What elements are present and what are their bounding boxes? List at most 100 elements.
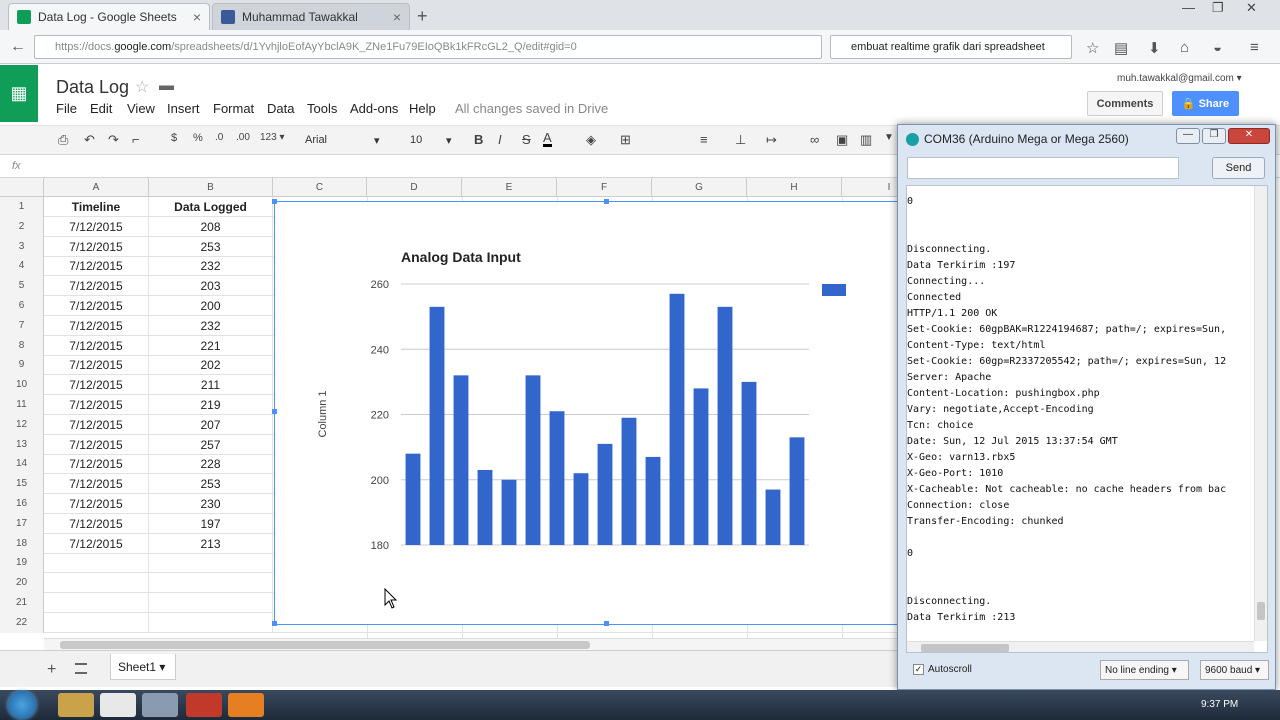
- close-icon[interactable]: ×: [393, 9, 401, 25]
- column-header-i[interactable]: I: [842, 178, 900, 197]
- menu-data[interactable]: Data: [267, 101, 294, 116]
- row-header[interactable]: 6: [0, 296, 44, 316]
- column-header-a[interactable]: A: [44, 178, 149, 197]
- row-header[interactable]: 12: [0, 414, 44, 435]
- folder-icon[interactable]: ▬: [159, 77, 174, 94]
- row-header[interactable]: 8: [0, 335, 44, 356]
- home-icon[interactable]: ⌂: [1180, 39, 1189, 56]
- search-bar[interactable]: embuat realtime grafik dari spreadsheet: [830, 35, 1072, 59]
- new-tab-button[interactable]: +: [417, 6, 428, 27]
- row-header[interactable]: 10: [0, 375, 44, 396]
- column-header-f[interactable]: F: [557, 178, 652, 197]
- cell-a[interactable]: 7/12/2015: [44, 474, 149, 495]
- cell-a[interactable]: 7/12/2015: [44, 414, 149, 435]
- column-header-b[interactable]: B: [149, 178, 273, 197]
- cell-a[interactable]: 7/12/2015: [44, 256, 149, 277]
- scrollbar-thumb[interactable]: [1257, 602, 1265, 620]
- line-ending-select[interactable]: No line ending ▾: [1100, 660, 1189, 680]
- row-header[interactable]: 5: [0, 276, 44, 297]
- firefox-taskbar-icon[interactable]: [228, 693, 264, 717]
- currency-button[interactable]: $: [171, 132, 177, 144]
- cell-b[interactable]: 232: [149, 256, 273, 277]
- align-icon[interactable]: ≡: [700, 132, 708, 147]
- menu-icon[interactable]: ≡: [1250, 39, 1259, 56]
- cell-b[interactable]: 228: [149, 454, 273, 475]
- serial-close-button[interactable]: ✕: [1228, 128, 1270, 144]
- cell-a[interactable]: [44, 612, 149, 633]
- text-color-button[interactable]: A: [543, 131, 552, 147]
- resize-handle[interactable]: [272, 199, 277, 204]
- send-button[interactable]: Send: [1212, 157, 1265, 179]
- increase-decimal-button[interactable]: .00: [236, 132, 250, 143]
- cell-a[interactable]: 7/12/2015: [44, 533, 149, 554]
- menu-edit[interactable]: Edit: [90, 101, 112, 116]
- bookmarks-list-icon[interactable]: ▤: [1114, 39, 1128, 57]
- cell-a[interactable]: [44, 593, 149, 613]
- cell-a[interactable]: [44, 573, 149, 594]
- row-header[interactable]: 21: [0, 593, 44, 613]
- cell-a[interactable]: 7/12/2015: [44, 355, 149, 376]
- borders-icon[interactable]: ⊞: [620, 132, 631, 148]
- cell-a[interactable]: 7/12/2015: [44, 335, 149, 356]
- cell-b[interactable]: 219: [149, 395, 273, 415]
- chart-icon[interactable]: ▥: [860, 132, 872, 148]
- sheets-logo-icon[interactable]: ▦: [0, 65, 38, 122]
- cell-a[interactable]: 7/12/2015: [44, 494, 149, 514]
- redo-icon[interactable]: ↷: [108, 132, 119, 148]
- cell-b[interactable]: 211: [149, 375, 273, 396]
- menu-file[interactable]: File: [56, 101, 77, 116]
- cell-b[interactable]: 202: [149, 355, 273, 376]
- cell-a[interactable]: 7/12/2015: [44, 315, 149, 336]
- row-header[interactable]: 1: [0, 197, 44, 217]
- comments-button[interactable]: Comments: [1087, 91, 1163, 116]
- maximize-button[interactable]: ❐: [1202, 128, 1226, 144]
- cell-b[interactable]: [149, 612, 273, 633]
- cell-b[interactable]: 203: [149, 276, 273, 297]
- cell-b[interactable]: [149, 573, 273, 594]
- horizontal-scrollbar[interactable]: [44, 638, 900, 650]
- row-header[interactable]: 17: [0, 513, 44, 534]
- cell-b[interactable]: 213: [149, 533, 273, 554]
- row-header[interactable]: 2: [0, 216, 44, 237]
- column-header-e[interactable]: E: [462, 178, 557, 197]
- cell-a[interactable]: 7/12/2015: [44, 513, 149, 534]
- row-header[interactable]: 20: [0, 573, 44, 594]
- paint-format-icon[interactable]: ⌐: [132, 132, 140, 147]
- recorder-taskbar-icon[interactable]: [186, 693, 222, 717]
- font-family-select[interactable]: Arial: [305, 131, 327, 151]
- resize-handle[interactable]: [272, 621, 277, 626]
- scrollbar-thumb[interactable]: [921, 644, 1009, 652]
- cell-a[interactable]: 7/12/2015: [44, 216, 149, 237]
- percent-button[interactable]: %: [193, 132, 203, 144]
- resize-handle[interactable]: [272, 409, 277, 414]
- minimize-button[interactable]: —: [1182, 0, 1195, 15]
- menu-format[interactable]: Format: [213, 101, 254, 116]
- row-header[interactable]: 14: [0, 454, 44, 475]
- download-icon[interactable]: ⬇: [1148, 39, 1161, 57]
- row-header[interactable]: 13: [0, 434, 44, 455]
- cell-b[interactable]: 197: [149, 513, 273, 534]
- sheet-tab-sheet1[interactable]: Sheet1 ▾: [110, 654, 176, 680]
- row-header[interactable]: 22: [0, 612, 44, 633]
- address-bar[interactable]: https://docs.google.com/spreadsheets/d/1…: [34, 35, 822, 59]
- cell-a[interactable]: Timeline: [44, 197, 149, 217]
- italic-button[interactable]: I: [498, 132, 502, 147]
- column-header-d[interactable]: D: [367, 178, 462, 197]
- strikethrough-button[interactable]: S: [522, 132, 531, 147]
- bold-button[interactable]: B: [474, 132, 483, 147]
- cell-a[interactable]: [44, 553, 149, 574]
- row-header[interactable]: 4: [0, 256, 44, 277]
- undo-icon[interactable]: ↶: [84, 132, 95, 148]
- cell-b[interactable]: 207: [149, 414, 273, 435]
- star-icon[interactable]: ☆: [135, 77, 149, 97]
- cell-b[interactable]: 230: [149, 494, 273, 514]
- restore-button[interactable]: ❐: [1212, 0, 1224, 16]
- link-icon[interactable]: ∞: [810, 132, 819, 147]
- cell-a[interactable]: 7/12/2015: [44, 434, 149, 455]
- add-sheet-button[interactable]: +: [47, 661, 56, 679]
- start-button[interactable]: [8, 691, 36, 719]
- column-header-g[interactable]: G: [652, 178, 747, 197]
- resize-handle[interactable]: [604, 621, 609, 626]
- vertical-scrollbar[interactable]: [1254, 186, 1267, 641]
- row-header[interactable]: 9: [0, 355, 44, 376]
